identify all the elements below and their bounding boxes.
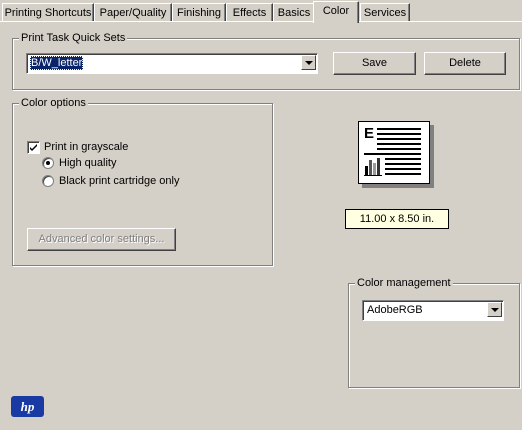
tab-basics[interactable]: Basics bbox=[273, 3, 315, 22]
color-tab-page: Printing Shortcuts Paper/Quality Finishi… bbox=[0, 0, 522, 430]
preview-content-icon bbox=[364, 128, 421, 176]
tab-printing-shortcuts[interactable]: Printing Shortcuts bbox=[2, 3, 94, 22]
paper-size-label: 11.00 x 8.50 in. bbox=[345, 209, 449, 229]
advanced-color-settings-button[interactable]: Advanced color settings... bbox=[27, 228, 176, 251]
quick-sets-value: B/W_letter bbox=[30, 56, 84, 70]
hp-logo: hp bbox=[11, 396, 44, 417]
black-cartridge-label[interactable]: Black print cartridge only bbox=[59, 175, 179, 188]
chevron-down-icon[interactable] bbox=[301, 55, 316, 70]
hp-logo-icon: hp bbox=[21, 399, 35, 414]
tab-color[interactable]: Color bbox=[313, 1, 359, 23]
chevron-down-icon[interactable] bbox=[487, 302, 502, 317]
grayscale-checkbox[interactable] bbox=[27, 141, 40, 154]
tab-finishing[interactable]: Finishing bbox=[172, 3, 226, 22]
delete-button[interactable]: Delete bbox=[424, 52, 506, 75]
quick-sets-dropdown[interactable]: B/W_letter bbox=[26, 53, 318, 74]
color-management-dropdown[interactable]: AdobeRGB bbox=[362, 300, 504, 321]
color-management-legend: Color management bbox=[355, 277, 453, 289]
save-button[interactable]: Save bbox=[333, 52, 416, 75]
black-cartridge-radio[interactable] bbox=[42, 175, 54, 187]
svg-text:hp: hp bbox=[21, 399, 35, 414]
grayscale-label[interactable]: Print in grayscale bbox=[44, 141, 128, 154]
high-quality-label[interactable]: High quality bbox=[59, 157, 116, 170]
tab-services[interactable]: Services bbox=[360, 3, 410, 22]
color-management-group: Color management bbox=[348, 277, 520, 388]
tab-paper-quality[interactable]: Paper/Quality bbox=[94, 3, 172, 22]
tab-divider bbox=[0, 21, 522, 22]
tab-strip: Printing Shortcuts Paper/Quality Finishi… bbox=[0, 0, 522, 23]
high-quality-radio[interactable] bbox=[42, 157, 54, 169]
tab-effects[interactable]: Effects bbox=[226, 3, 273, 22]
color-management-value: AdobeRGB bbox=[367, 304, 423, 316]
quick-sets-legend: Print Task Quick Sets bbox=[19, 32, 128, 44]
checkmark-icon bbox=[30, 144, 37, 151]
page-preview-icon: E bbox=[358, 121, 430, 184]
color-options-legend: Color options bbox=[19, 97, 88, 109]
